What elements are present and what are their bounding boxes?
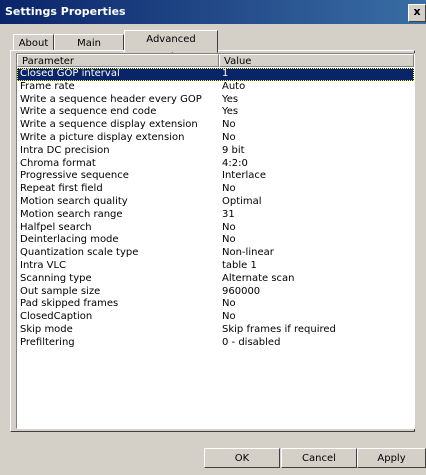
parameter-name: Write a sequence end code [20, 106, 157, 118]
table-row[interactable]: Chroma format 4:2:0 [17, 158, 414, 171]
parameter-value: No [222, 234, 236, 246]
parameter-name: Frame rate [20, 80, 75, 92]
table-row[interactable]: Write a picture display extension No [17, 132, 414, 145]
table-row[interactable]: Scanning type Alternate scan [17, 273, 414, 286]
table-row[interactable]: Halfpel search No [17, 222, 414, 235]
parameter-value: 1 [222, 68, 229, 79]
table-row[interactable]: Motion search range 31 [17, 209, 414, 222]
parameter-value: Yes [222, 93, 239, 105]
apply-button[interactable]: Apply [357, 448, 426, 468]
parameter-value: Skip frames if required [222, 323, 336, 335]
column-header-value[interactable]: Value [219, 54, 414, 67]
parameter-value: Alternate scan [222, 272, 295, 284]
table-row[interactable]: Frame rate Auto [17, 81, 414, 94]
column-header-parameter[interactable]: Parameter [17, 54, 219, 67]
list-header: Parameter Value [17, 54, 414, 68]
parameter-name: Intra DC precision [20, 144, 110, 156]
title-bar: Settings Properties x [0, 0, 426, 24]
parameter-name: Scanning type [20, 272, 92, 284]
table-row[interactable]: Pad skipped frames No [17, 298, 414, 311]
parameter-name: Halfpel search [20, 221, 92, 233]
parameter-value: No [222, 119, 236, 131]
table-row[interactable]: Write a sequence display extension No [17, 119, 414, 132]
parameter-name: Prefiltering [20, 336, 75, 348]
close-button[interactable]: x [408, 4, 426, 22]
table-row[interactable]: Intra VLC table 1 [17, 260, 414, 273]
parameter-value: No [222, 221, 236, 233]
list-body: Closed GOP interval 1 Frame rate Auto Write … [17, 68, 414, 350]
parameter-name: Pad skipped frames [20, 298, 119, 310]
parameter-value: Interlace [222, 170, 267, 182]
parameter-value: Optimal [222, 195, 262, 207]
table-row[interactable]: Out sample size 960000 [17, 286, 414, 299]
window-title: Settings Properties [5, 5, 126, 18]
parameter-name: Repeat first field [20, 183, 103, 195]
parameter-value: 960000 [222, 285, 261, 297]
parameter-name: Chroma format [20, 157, 96, 169]
parameter-value: Auto [222, 80, 246, 92]
parameter-name: Motion search quality [20, 195, 128, 207]
parameter-name: Progressive sequence [20, 170, 129, 182]
parameter-value: 0 - disabled [222, 336, 281, 348]
table-row[interactable]: Quantization scale type Non-linear [17, 247, 414, 260]
table-row[interactable]: ClosedCaption No [17, 311, 414, 324]
parameter-value: 4:2:0 [222, 157, 248, 169]
parameter-name: Intra VLC [20, 259, 67, 271]
ok-button[interactable]: OK [204, 448, 280, 468]
cancel-button[interactable]: Cancel [281, 448, 357, 468]
tab-advanced-settings[interactable]: Advanced Settings [124, 30, 218, 63]
parameter-name: Out sample size [20, 285, 101, 297]
parameter-value: 31 [222, 208, 235, 220]
table-row[interactable]: Deinterlacing mode No [17, 234, 414, 247]
table-row[interactable]: Prefiltering 0 - disabled [17, 337, 414, 350]
parameter-name: ClosedCaption [20, 311, 93, 323]
table-row[interactable]: Write a sequence end code Yes [17, 106, 414, 119]
table-row[interactable]: Skip mode Skip frames if required [17, 324, 414, 337]
table-row[interactable]: Motion search quality Optimal [17, 196, 414, 209]
parameter-name: Closed GOP interval [20, 68, 120, 79]
parameter-value: No [222, 183, 236, 195]
parameter-name: Skip mode [20, 323, 73, 335]
parameter-value: table 1 [222, 259, 257, 271]
parameter-name: Write a sequence header every GOP [20, 93, 202, 105]
table-row[interactable]: Intra DC precision 9 bit [17, 145, 414, 158]
parameter-name: Write a sequence display extension [20, 119, 198, 131]
table-row[interactable]: Write a sequence header every GOP Yes [17, 94, 414, 107]
parameter-value: Yes [222, 106, 239, 118]
parameter-value: No [222, 311, 236, 323]
parameter-value: No [222, 298, 236, 310]
parameter-name: Write a picture display extension [20, 131, 185, 143]
settings-list[interactable]: Parameter Value Closed GOP interval 1 Fram… [16, 53, 415, 429]
parameter-name: Deinterlacing mode [20, 234, 119, 246]
table-row[interactable]: Progressive sequence Interlace [17, 170, 414, 183]
parameter-value: No [222, 131, 236, 143]
parameter-name: Motion search range [20, 208, 123, 220]
table-row[interactable]: Repeat first field No [17, 183, 414, 196]
parameter-name: Quantization scale type [20, 247, 139, 259]
parameter-value: Non-linear [222, 247, 274, 259]
parameter-value: 9 bit [222, 144, 245, 156]
table-row[interactable]: Closed GOP interval 1 [17, 68, 414, 81]
